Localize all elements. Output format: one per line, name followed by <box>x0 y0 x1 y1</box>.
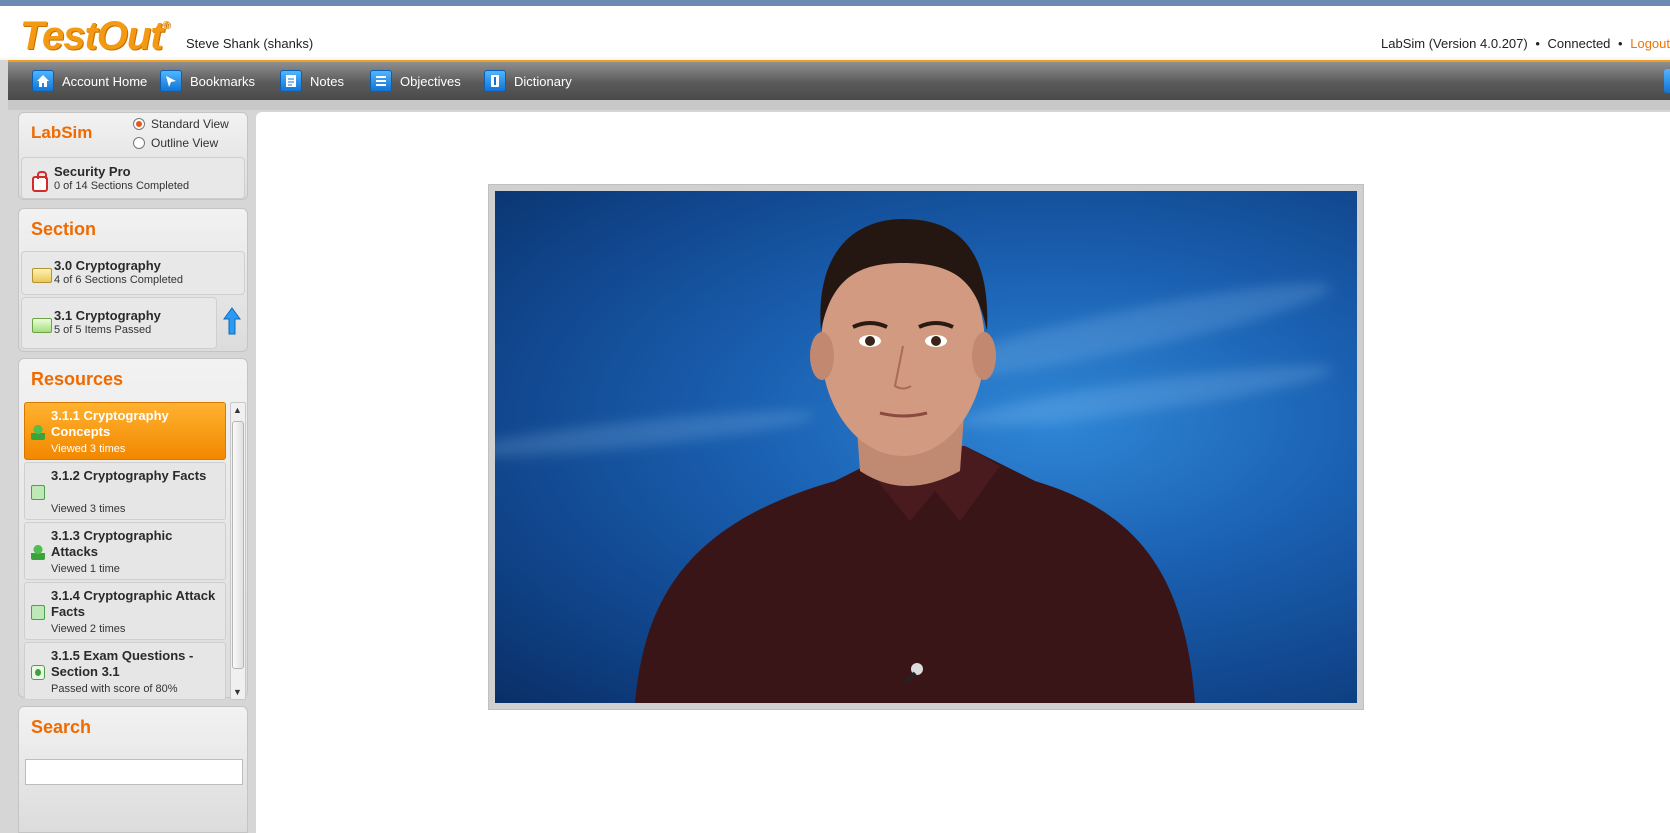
notes-button[interactable]: Notes <box>280 69 344 93</box>
section-item-progress: 4 of 6 Sections Completed <box>54 274 184 286</box>
scroll-down-icon[interactable]: ▼ <box>233 687 242 697</box>
resources-list: 3.1.1 Cryptography Concepts Viewed 3 tim… <box>24 402 226 700</box>
video-person-icon <box>31 425 45 440</box>
resource-meta: Viewed 2 times <box>51 623 126 635</box>
folder-icon <box>32 268 52 283</box>
objectives-icon <box>370 70 392 92</box>
course-progress: 0 of 14 Sections Completed <box>54 180 190 192</box>
search-title: Search <box>31 717 92 737</box>
video-person-icon <box>31 545 45 560</box>
resource-title: 3.1.4 Cryptographic Attack Facts <box>51 588 216 619</box>
standard-view-label: Standard View <box>151 117 229 131</box>
content-area <box>256 112 1670 833</box>
section-panel: Section 3.0 Cryptography 4 of 6 Sections… <box>18 208 248 352</box>
list-item[interactable]: 3.1.1 Cryptography Concepts Viewed 3 tim… <box>24 402 226 460</box>
resource-meta: Viewed 1 time <box>51 563 120 575</box>
left-sidebar: LabSim Standard View Outline View Securi… <box>18 112 250 833</box>
resource-title: 3.1.5 Exam Questions - Section 3.1 <box>51 648 194 679</box>
course-card[interactable]: Security Pro 0 of 14 Sections Completed <box>21 157 245 199</box>
list-item[interactable]: 3.1.2 Cryptography Facts Viewed 3 times <box>24 462 226 520</box>
bookmark-icon <box>160 70 182 92</box>
logo-text: TestOut <box>20 14 164 58</box>
status-bar: LabSim (Version 4.0.207) • Connected • L… <box>1381 36 1670 51</box>
standard-view-option[interactable]: Standard View <box>133 117 229 131</box>
resource-title: 3.1.3 Cryptographic Attacks <box>51 528 173 559</box>
presenter-figure <box>635 219 1195 703</box>
labsim-title: LabSim <box>31 123 93 142</box>
resources-scrollbar[interactable]: ▲ ▼ <box>230 402 246 700</box>
lock-icon <box>32 171 48 192</box>
resources-title: Resources <box>31 369 124 389</box>
separator: • <box>1618 36 1623 51</box>
separator: • <box>1535 36 1540 51</box>
radio-unselected-icon <box>133 137 145 149</box>
scroll-thumb[interactable] <box>232 421 244 669</box>
dictionary-label: Dictionary <box>514 73 572 89</box>
labsim-panel: LabSim Standard View Outline View Securi… <box>18 112 248 200</box>
folder-open-icon <box>32 318 52 333</box>
outline-view-option[interactable]: Outline View <box>133 136 218 150</box>
logout-link[interactable]: Logout <box>1630 36 1670 51</box>
facts-doc-icon <box>31 605 45 620</box>
scroll-up-icon[interactable]: ▲ <box>233 405 242 415</box>
list-item[interactable]: 3.1.3 Cryptographic Attacks Viewed 1 tim… <box>24 522 226 580</box>
outline-view-label: Outline View <box>151 136 219 150</box>
connection-status: Connected <box>1547 36 1611 51</box>
objectives-label: Objectives <box>400 73 461 89</box>
lecture-video[interactable] <box>495 191 1357 703</box>
version-label: LabSim (Version 4.0.207) <box>1381 36 1528 51</box>
radio-selected-icon <box>133 118 145 130</box>
resource-title: 3.1.2 Cryptography Facts <box>51 468 207 483</box>
section-item[interactable]: 3.1 Cryptography 5 of 5 Items Passed <box>21 297 217 349</box>
bookmarks-label: Bookmarks <box>190 73 256 89</box>
app-header: TestOut® Steve Shank (shanks) LabSim (Ve… <box>0 0 1670 60</box>
toolbar-shadow <box>8 100 1670 110</box>
dictionary-icon <box>484 70 506 92</box>
facts-doc-icon <box>31 485 45 500</box>
course-title: Security Pro <box>54 164 131 179</box>
dictionary-button[interactable]: Dictionary <box>484 69 572 93</box>
notes-label: Notes <box>310 73 344 89</box>
list-item[interactable]: 3.1.4 Cryptographic Attack Facts Viewed … <box>24 582 226 640</box>
search-input[interactable] <box>25 759 243 785</box>
exam-icon <box>31 665 45 680</box>
home-icon <box>32 70 54 92</box>
resource-title: 3.1.1 Cryptography Concepts <box>51 408 169 439</box>
expand-icon[interactable] <box>1664 69 1670 93</box>
up-arrow-icon[interactable] <box>222 306 242 336</box>
objectives-button[interactable]: Objectives <box>370 69 461 93</box>
list-item[interactable]: 3.1.5 Exam Questions - Section 3.1 Passe… <box>24 642 226 700</box>
resource-meta: Viewed 3 times <box>51 503 126 515</box>
main-toolbar: Account Home Bookmarks Notes Objectives … <box>8 60 1670 100</box>
search-panel: Search <box>18 706 248 833</box>
video-player[interactable] <box>488 184 1364 710</box>
user-name: Steve Shank (shanks) <box>186 36 314 51</box>
notes-icon <box>280 70 302 92</box>
section-item-progress: 5 of 5 Items Passed <box>54 324 152 336</box>
resource-meta: Viewed 3 times <box>51 443 126 455</box>
section-item[interactable]: 3.0 Cryptography 4 of 6 Sections Complet… <box>21 251 245 295</box>
testout-logo: TestOut® <box>20 14 170 59</box>
section-title: Section <box>31 219 97 239</box>
resource-meta: Passed with score of 80% <box>51 683 178 695</box>
bookmarks-button[interactable]: Bookmarks <box>160 69 255 93</box>
account-home-label: Account Home <box>62 73 148 89</box>
section-item-title: 3.1 Cryptography <box>54 308 161 323</box>
section-item-title: 3.0 Cryptography <box>54 258 161 273</box>
registered-mark: ® <box>162 20 170 31</box>
account-home-button[interactable]: Account Home <box>32 69 147 93</box>
